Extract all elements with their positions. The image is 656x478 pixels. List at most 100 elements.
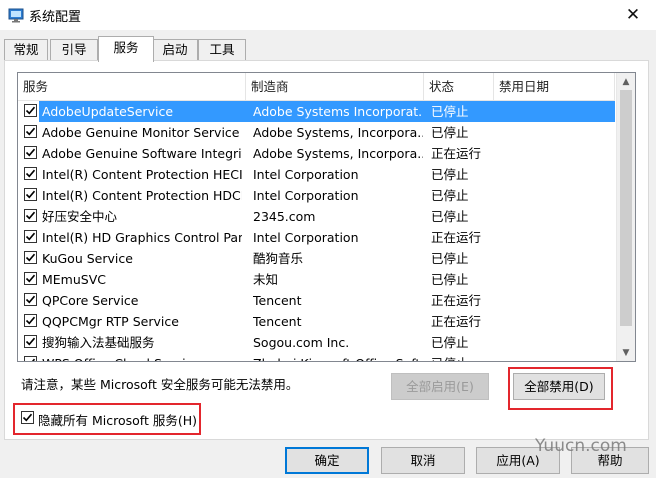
service-checkbox[interactable] [24,125,37,138]
scroll-down-arrow-icon[interactable]: ▼ [617,344,635,361]
column-header-manufacturer[interactable]: 制造商 [246,73,424,100]
table-row[interactable]: KuGou Service 酷狗音乐 已停止 [18,248,615,269]
service-name-cell: Intel(R) HD Graphics Control Pan... [42,230,242,245]
service-name-cell: 好压安全中心 [42,209,118,224]
checkmark-icon [25,190,36,199]
checkmark-icon [25,253,36,262]
services-list[interactable]: 服务 制造商 状态 禁用日期 AdobeUpdateService Adobe S… [17,72,636,362]
table-row[interactable]: WPS Office Cloud Service Zhuhai Kingsoft … [18,353,615,361]
service-checkbox[interactable] [24,209,37,222]
title-bar: 系统配置 ✕ [0,0,656,30]
checkmark-icon [25,274,36,283]
manufacturer-cell: Zhuhai Kingsoft Office Soft... [253,353,423,361]
service-name-cell: 搜狗输入法基础服务 [42,335,155,350]
table-row[interactable]: QQPCMgr RTP Service Tencent 正在运行 [18,311,615,332]
service-checkbox[interactable] [24,335,37,348]
service-checkbox[interactable] [24,104,37,117]
scroll-thumb[interactable] [620,90,632,326]
manufacturer-cell: Adobe Systems, Incorpora... [253,146,423,161]
manufacturer-cell: 2345.com [253,209,316,224]
service-name-cell: QQPCMgr RTP Service [42,314,179,329]
manufacturer-cell: Adobe Systems Incorporat... [253,104,423,119]
status-cell: 已停止 [431,209,469,224]
service-checkbox[interactable] [24,293,37,306]
close-icon: ✕ [625,5,641,25]
service-checkbox[interactable] [24,230,37,243]
manufacturer-cell: Tencent [253,314,302,329]
checkmark-icon [31,358,36,361]
close-button[interactable]: ✕ [610,0,656,30]
table-row[interactable]: Adobe Genuine Software Integrit... Adobe … [18,143,615,164]
cancel-button[interactable]: 取消 [381,447,465,474]
status-cell: 已停止 [431,167,469,182]
table-row[interactable]: 搜狗输入法基础服务 Sogou.com Inc. 已停止 [18,332,615,353]
status-cell: 正在运行 [431,146,482,161]
system-config-icon [8,8,24,23]
table-row[interactable]: Intel(R) Content Protection HDCP... Intel… [18,185,615,206]
status-cell: 已停止 [431,125,469,140]
vertical-scrollbar[interactable]: ▲ ▼ [616,73,635,361]
status-cell: 已停止 [431,188,469,203]
service-name-cell: Adobe Genuine Software Integrit... [42,146,242,161]
manufacturer-cell: 未知 [253,272,279,287]
service-checkbox[interactable] [24,272,37,285]
table-row[interactable]: Adobe Genuine Monitor Service Adobe Syste… [18,122,615,143]
service-checkbox[interactable] [24,356,37,361]
tab-boot[interactable]: 引导 [50,39,98,60]
service-checkbox[interactable] [24,251,37,264]
tab-startup[interactable]: 启动 [152,39,198,60]
service-name-cell: Adobe Genuine Monitor Service [42,125,240,140]
tab-tools[interactable]: 工具 [198,39,246,60]
service-name-cell: MEmuSVC [42,272,106,287]
status-cell: 已停止 [431,272,469,287]
checkmark-icon [22,413,33,422]
scroll-up-arrow-icon[interactable]: ▲ [617,73,635,90]
service-checkbox[interactable] [24,167,37,180]
manufacturer-cell: 酷狗音乐 [253,251,304,266]
column-header-disable-date[interactable]: 禁用日期 [494,73,615,100]
security-note: 请注意，某些 Microsoft 安全服务可能无法禁用。 [21,377,299,392]
service-name-cell: Intel(R) Content Protection HECI ... [42,167,242,182]
status-cell: 已停止 [431,251,469,266]
checkmark-icon [25,295,36,304]
service-checkbox[interactable] [24,188,37,201]
checkmark-icon [25,106,36,115]
checkmark-icon [25,127,36,136]
column-header-status[interactable]: 状态 [424,73,494,100]
manufacturer-cell: Tencent [253,293,302,308]
table-row[interactable]: 好压安全中心 2345.com 已停止 [18,206,615,227]
table-row[interactable]: QPCore Service Tencent 正在运行 [18,290,615,311]
service-name-cell: WPS Office Cloud Service [42,353,242,361]
hide-ms-checkbox[interactable] [21,411,34,424]
column-header-service[interactable]: 服务 [18,73,246,100]
service-name-cell: KuGou Service [42,251,133,266]
list-header: 服务 制造商 状态 禁用日期 [18,73,615,101]
status-cell: 已停止 [431,335,469,350]
watermark: Yuucn.com [535,436,627,456]
service-name-cell: Intel(R) Content Protection HDCP... [42,188,242,203]
table-row[interactable]: MEmuSVC 未知 已停止 [18,269,615,290]
tab-general[interactable]: 常规 [4,39,48,60]
checkmark-icon [25,232,36,241]
service-checkbox[interactable] [24,146,37,159]
manufacturer-cell: Sogou.com Inc. [253,335,350,350]
status-cell: 正在运行 [431,230,482,245]
status-cell: 正在运行 [431,314,482,329]
checkmark-icon [25,169,36,178]
manufacturer-cell: Adobe Systems, Incorpora... [253,125,423,140]
status-cell: 已停止 [431,353,495,361]
service-name-cell: AdobeUpdateService [42,104,174,119]
checkmark-icon [25,211,36,220]
service-checkbox[interactable] [24,314,37,327]
status-cell: 正在运行 [431,293,482,308]
tab-services[interactable]: 服务 [98,36,154,62]
window-title: 系统配置 [29,10,82,25]
table-row[interactable]: Intel(R) Content Protection HECI ... Inte… [18,164,615,185]
enable-all-button[interactable]: 全部启用(E) [391,373,489,400]
disable-all-button[interactable]: 全部禁用(D) [513,373,605,400]
status-cell: 已停止 [431,104,469,119]
table-row[interactable]: AdobeUpdateService Adobe Systems Incorpor… [18,101,615,122]
table-row[interactable]: Intel(R) HD Graphics Control Pan... Intel… [18,227,615,248]
ok-button[interactable]: 确定 [285,447,369,474]
service-name-cell: QPCore Service [42,293,139,308]
